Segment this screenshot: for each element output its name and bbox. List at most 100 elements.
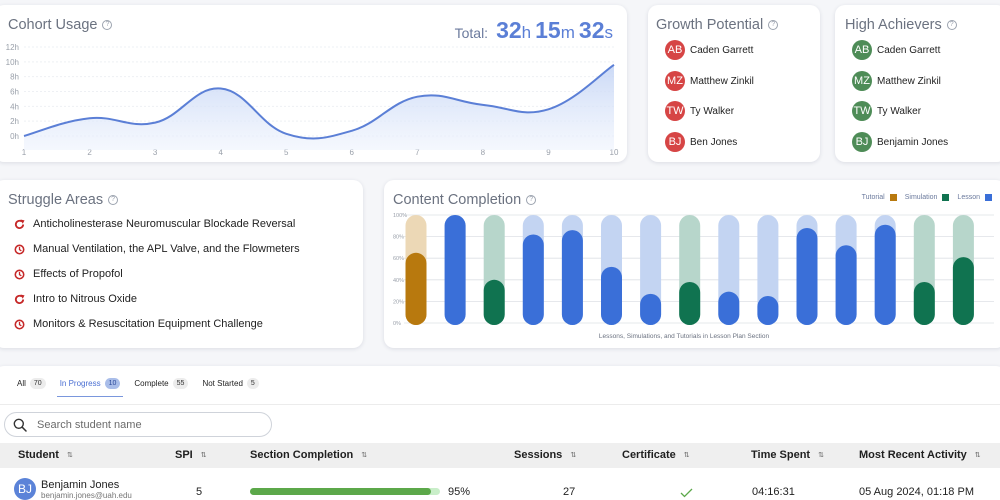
time-spent-value: 04:16:31 — [752, 486, 795, 498]
bar-lesson — [874, 224, 896, 325]
count-badge: 55 — [172, 378, 189, 389]
struggle-item[interactable]: Monitors & Resuscitation Equipment Chall… — [14, 318, 263, 330]
avatar: MZ — [665, 71, 685, 91]
bar-lesson — [444, 215, 466, 325]
usage-area — [24, 64, 614, 150]
completion-percent: 95% — [448, 486, 471, 498]
sort-icon[interactable]: ⇅ — [975, 451, 981, 459]
tab-not-started[interactable]: Not Started 5 — [202, 378, 259, 395]
y-tick-label: 2h — [10, 117, 19, 126]
sort-icon[interactable]: ⇅ — [570, 451, 576, 459]
person-item[interactable]: BJ Ben Jones — [665, 132, 737, 152]
bar-simulation — [952, 257, 974, 325]
person-item[interactable]: TW Ty Walker — [852, 101, 921, 121]
person-item[interactable]: MZ Matthew Zinkil — [665, 71, 754, 91]
cohort-usage-card: Cohort Usage ? Total: 32 h 15 m 32 s 0h 2h 4h… — [0, 5, 627, 162]
tab-all[interactable]: All 70 — [17, 378, 46, 395]
growth-potential-card: Growth Potential ? AB Caden Garrett MZ M… — [648, 5, 820, 162]
help-icon[interactable]: ? — [108, 195, 119, 205]
column-header-spi[interactable]: SPI ⇅ — [175, 449, 207, 461]
struggle-item-label: Effects of Propofol — [33, 268, 123, 280]
struggle-areas-card: Struggle Areas ? Anticholinesterase Neur… — [0, 180, 363, 348]
y-tick-label: 60% — [393, 256, 404, 262]
bar-lesson — [718, 291, 740, 325]
y-tick-label: 12h — [6, 43, 19, 52]
bar-lesson — [522, 234, 544, 325]
bar-tutorial — [405, 252, 427, 325]
table-header: Student ⇅ SPI ⇅ Section Completion ⇅ Sessio… — [0, 443, 1000, 468]
person-item[interactable]: MZ Matthew Zinkil — [852, 71, 941, 91]
status-tabs: All 70 In Progress 10 Complete 55 Not St… — [17, 378, 273, 397]
struggle-item[interactable]: Manual Ventilation, the APL Valve, and t… — [14, 243, 300, 255]
person-name: Caden Garrett — [877, 44, 941, 56]
column-header-recent-activity[interactable]: Most Recent Activity ⇅ — [859, 449, 981, 461]
person-name: Ben Jones — [690, 136, 738, 148]
bar-lesson — [796, 227, 818, 325]
struggle-areas-title: Struggle Areas ? — [8, 192, 119, 208]
y-tick-label: 0h — [10, 132, 19, 141]
struggle-item[interactable]: Effects of Propofol — [14, 268, 123, 280]
student-name[interactable]: Benjamin Jones — [41, 479, 119, 491]
count-badge: 70 — [29, 378, 46, 389]
table-row[interactable]: BJ Benjamin Jones benjamin.jones@uah.edu… — [0, 474, 1000, 500]
tab-in-progress[interactable]: In Progress 10 — [56, 378, 124, 397]
person-name: Caden Garrett — [690, 44, 754, 56]
y-tick-label: 0% — [393, 321, 401, 327]
students-table-card: All 70 In Progress 10 Complete 55 Not St… — [0, 366, 1000, 500]
tab-complete[interactable]: Complete 55 — [134, 378, 189, 395]
struggle-item[interactable]: Anticholinesterase Neuromuscular Blockad… — [14, 218, 295, 230]
avatar: BJ — [852, 132, 872, 152]
usage-chart: 0h2h4h6h8h10h12h1 2 3 4 5 6 7 8 9 10 — [6, 43, 619, 157]
y-tick-label: 20% — [393, 299, 404, 305]
sort-icon[interactable]: ⇅ — [684, 451, 690, 459]
y-tick-label: 8h — [10, 73, 19, 82]
high-achievers-title: High Achievers ? — [845, 17, 957, 33]
divider — [0, 404, 1000, 405]
person-name: Benjamin Jones — [877, 136, 949, 148]
bar-lesson — [640, 293, 662, 325]
sort-icon[interactable]: ⇅ — [361, 451, 367, 459]
bar-lesson — [601, 266, 622, 325]
checkmark-icon — [680, 488, 693, 498]
search-box[interactable] — [4, 412, 272, 437]
retry-icon — [14, 218, 25, 229]
recent-activity-value: 05 Aug 2024, 01:18 PM — [859, 486, 974, 498]
person-name: Matthew Zinkil — [690, 75, 754, 87]
struggle-item-label: Anticholinesterase Neuromuscular Blockad… — [33, 218, 296, 230]
person-item[interactable]: TW Ty Walker — [665, 101, 734, 121]
clock-icon — [14, 319, 25, 329]
bar-simulation — [913, 281, 935, 325]
high-achievers-card: High Achievers ? AB Caden Garrett MZ Mat… — [835, 5, 1000, 162]
help-icon[interactable]: ? — [946, 20, 957, 30]
column-header-student[interactable]: Student ⇅ — [18, 449, 73, 461]
struggle-item[interactable]: Intro to Nitrous Oxide — [14, 293, 137, 305]
student-email: benjamin.jones@uah.edu — [41, 491, 132, 500]
completion-progress-fill — [250, 488, 431, 495]
y-tick-label: 6h — [10, 88, 19, 97]
y-tick-label: 80% — [393, 235, 404, 241]
retry-icon — [14, 293, 25, 304]
sessions-value: 27 — [563, 486, 576, 498]
person-item[interactable]: BJ Benjamin Jones — [852, 132, 948, 152]
person-name: Ty Walker — [690, 105, 735, 117]
avatar: BJ — [665, 132, 685, 152]
sort-icon[interactable]: ⇅ — [201, 451, 207, 459]
person-item[interactable]: AB Caden Garrett — [852, 40, 940, 60]
y-tick-label: 4h — [10, 102, 19, 111]
sort-icon[interactable]: ⇅ — [67, 451, 73, 459]
help-icon[interactable]: ? — [768, 20, 779, 30]
column-header-time-spent[interactable]: Time Spent ⇅ — [751, 449, 824, 461]
x-axis-label: Lessons, Simulations, and Tutorials in L… — [599, 333, 770, 340]
column-header-sessions[interactable]: Sessions ⇅ — [514, 449, 576, 461]
column-header-certificate[interactable]: Certificate ⇅ — [622, 449, 690, 461]
search-input[interactable] — [37, 418, 257, 431]
bar-lesson — [757, 296, 779, 325]
struggle-item-label: Monitors & Resuscitation Equipment Chall… — [33, 318, 263, 330]
clock-icon — [14, 244, 25, 254]
column-header-section-completion[interactable]: Section Completion ⇅ — [250, 449, 367, 461]
y-tick-label: 10h — [6, 58, 19, 67]
growth-potential-title: Growth Potential ? — [656, 17, 779, 33]
sort-icon[interactable]: ⇅ — [818, 451, 824, 459]
avatar: AB — [852, 40, 872, 60]
person-item[interactable]: AB Caden Garrett — [665, 40, 753, 60]
